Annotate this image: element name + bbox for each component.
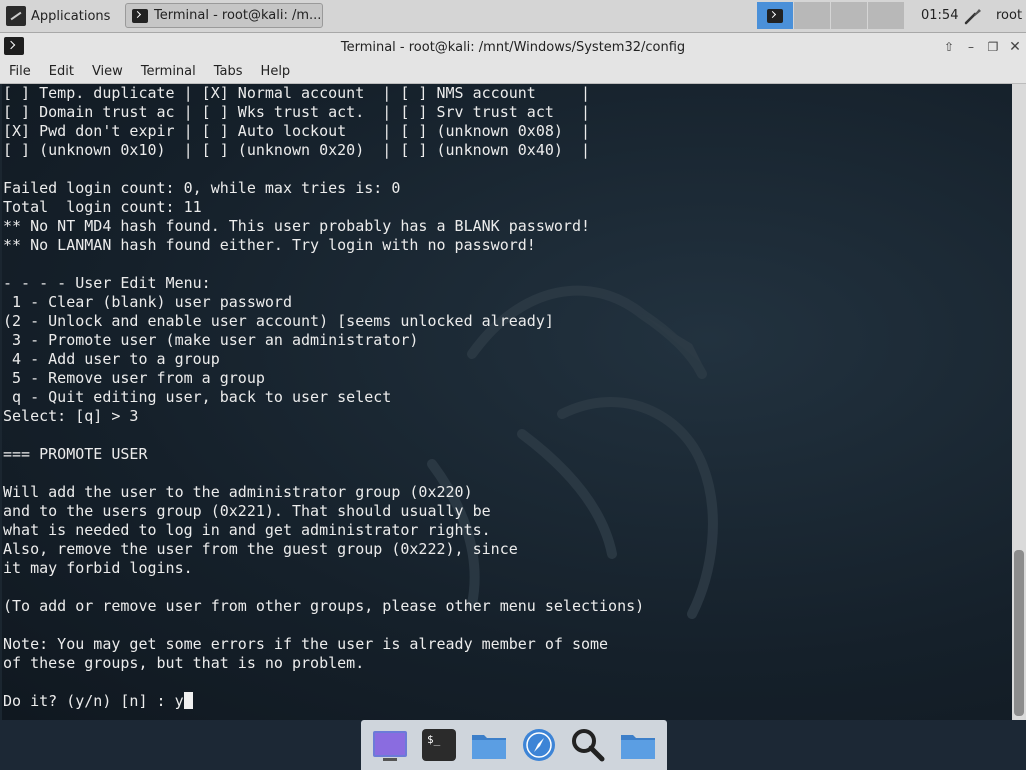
terminal-line: Select: [q] > 3	[3, 407, 139, 425]
taskbar-terminal-label: Terminal - root@kali: /m...	[154, 8, 322, 23]
terminal-line: [ ] Temp. duplicate | [X] Normal account…	[3, 84, 590, 102]
workspace-switcher	[757, 2, 905, 29]
window-titlebar[interactable]: Terminal - root@kali: /mnt/Windows/Syste…	[0, 33, 1026, 61]
terminal-line: (To add or remove user from other groups…	[3, 597, 645, 615]
terminal-line: Total login count: 11	[3, 198, 202, 216]
top-panel: Applications Terminal - root@kali: /m...…	[0, 0, 1026, 33]
terminal-line: Will add the user to the administrator g…	[3, 483, 473, 501]
terminal-scrollbar[interactable]	[1012, 84, 1026, 720]
menu-view[interactable]: View	[83, 61, 132, 83]
file-manager-icon[interactable]	[470, 726, 508, 764]
menu-edit[interactable]: Edit	[40, 61, 83, 83]
browser-icon[interactable]	[520, 726, 558, 764]
text-cursor	[183, 692, 193, 709]
menu-tabs[interactable]: Tabs	[205, 61, 252, 83]
terminal-line: q - Quit editing user, back to user sele…	[3, 388, 392, 406]
menu-help[interactable]: Help	[252, 61, 300, 83]
terminal-line: what is needed to log in and get adminis…	[3, 521, 491, 539]
workspace-3[interactable]	[831, 2, 868, 29]
applications-label: Applications	[31, 8, 111, 24]
window-title: Terminal - root@kali: /mnt/Windows/Syste…	[340, 40, 686, 55]
terminal-icon	[767, 8, 783, 23]
search-icon[interactable]	[569, 726, 607, 764]
terminal-line: 5 - Remove user from a group	[3, 369, 265, 387]
terminal-line: of these groups, but that is no problem.	[3, 654, 365, 672]
keep-above-icon[interactable]: ⇧	[941, 39, 957, 55]
terminal-line: Note: You may get some errors if the use…	[3, 635, 609, 653]
terminal-line: === PROMOTE USER	[3, 445, 148, 463]
dock: $_	[361, 720, 667, 770]
terminal-line: [ ] (unknown 0x10) | [ ] (unknown 0x20) …	[3, 141, 590, 159]
terminal-line: (2 - Unlock and enable user account) [se…	[3, 312, 554, 330]
user-menu[interactable]: root	[996, 8, 1022, 23]
kali-logo-icon	[6, 6, 26, 26]
workspace-2[interactable]	[794, 2, 831, 29]
menu-terminal[interactable]: Terminal	[132, 61, 205, 83]
terminal-output: [ ] Temp. duplicate | [X] Normal account…	[3, 84, 644, 711]
clock[interactable]: 01:54	[921, 8, 958, 23]
scrollbar-thumb[interactable]	[1014, 550, 1024, 716]
terminal-line: Failed login count: 0, while max tries i…	[3, 179, 401, 197]
terminal-line: it may forbid logins.	[3, 559, 193, 577]
terminal-line: and to the users group (0x221). That sho…	[3, 502, 491, 520]
menu-bar: File Edit View Terminal Tabs Help	[0, 61, 1026, 84]
workspace-1[interactable]	[757, 2, 794, 29]
terminal-area[interactable]: [ ] Temp. duplicate | [X] Normal account…	[2, 84, 1012, 720]
terminal-icon	[132, 8, 148, 23]
menu-file[interactable]: File	[0, 61, 40, 83]
folder-icon[interactable]	[619, 726, 657, 764]
close-icon[interactable]: ✕	[1007, 39, 1023, 55]
workspace-4[interactable]	[868, 2, 905, 29]
terminal-line: Do it? (y/n) [n] : y	[3, 692, 184, 710]
terminal-line: 4 - Add user to a group	[3, 350, 220, 368]
terminal-icon[interactable]: $_	[420, 726, 458, 764]
terminal-line: [X] Pwd don't expir | [ ] Auto lockout |…	[3, 122, 590, 140]
minimize-icon[interactable]: –	[963, 39, 979, 55]
desktop-icon[interactable]	[371, 726, 409, 764]
terminal-line: ** No LANMAN hash found either. Try logi…	[3, 236, 536, 254]
terminal-line: - - - - User Edit Menu:	[3, 274, 211, 292]
tool-icon[interactable]	[963, 6, 983, 26]
terminal-line: 3 - Promote user (make user an administr…	[3, 331, 419, 349]
taskbar-terminal-button[interactable]: Terminal - root@kali: /m...	[125, 3, 323, 28]
svg-text:$_: $_	[427, 733, 441, 746]
applications-menu-button[interactable]: Applications	[2, 3, 120, 29]
terminal-line: 1 - Clear (blank) user password	[3, 293, 292, 311]
terminal-line: Also, remove the user from the guest gro…	[3, 540, 518, 558]
maximize-icon[interactable]: ❐	[985, 39, 1001, 55]
terminal-line: [ ] Domain trust ac | [ ] Wks trust act.…	[3, 103, 590, 121]
terminal-line: ** No NT MD4 hash found. This user proba…	[3, 217, 590, 235]
